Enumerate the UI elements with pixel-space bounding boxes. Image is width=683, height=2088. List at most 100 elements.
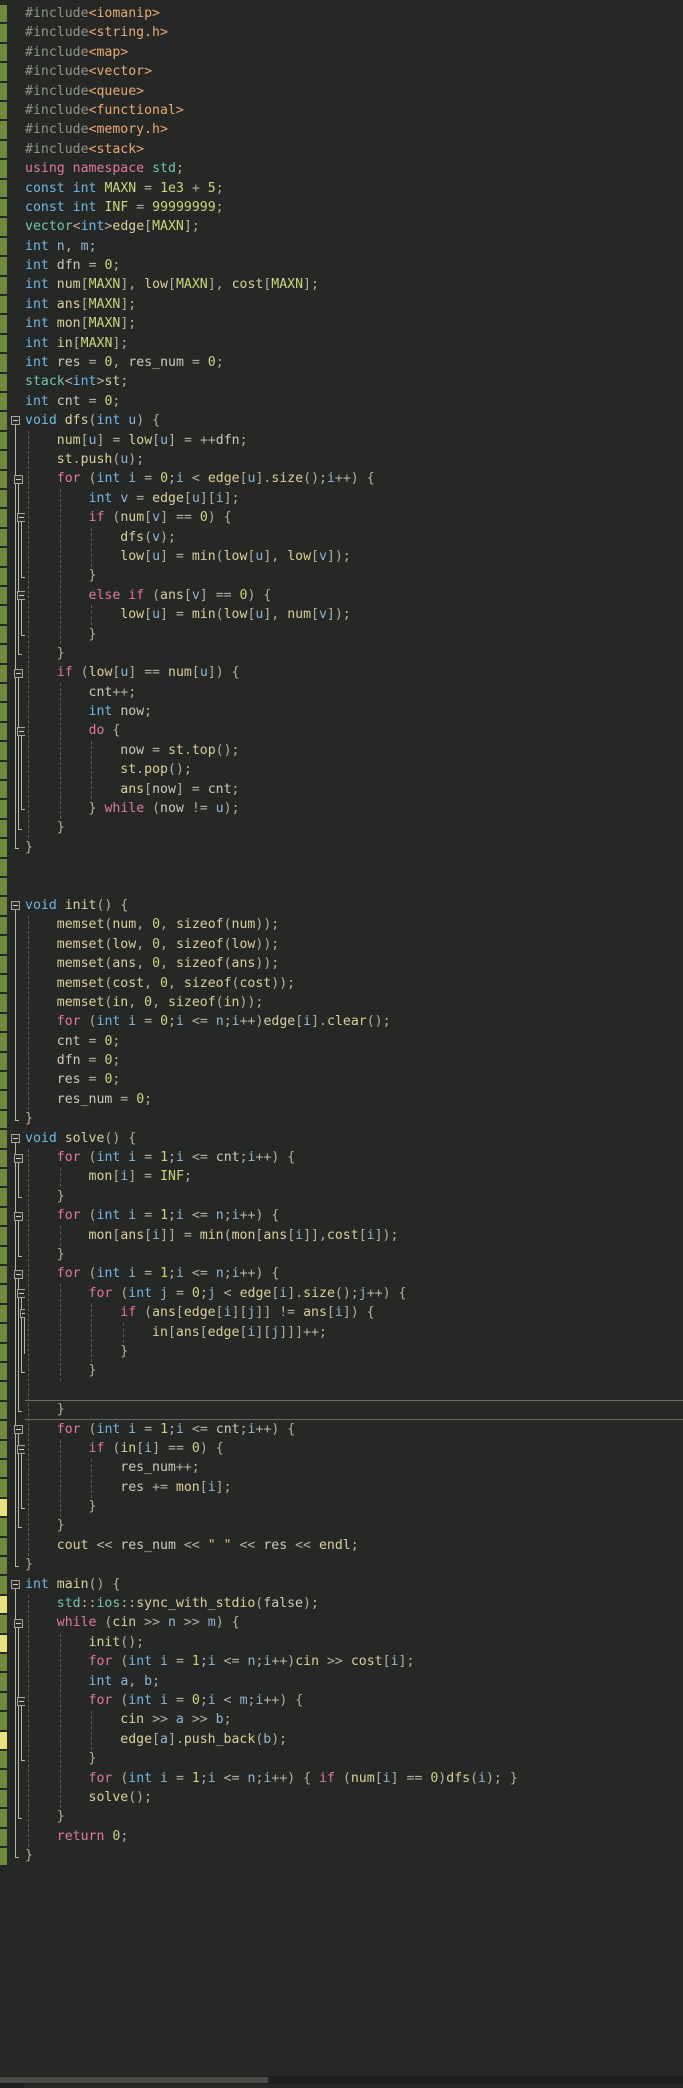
code-line[interactable]: memset(in, 0, sizeof(in)); (25, 993, 683, 1012)
code-line[interactable]: ans[now] = cnt; (25, 780, 683, 799)
vcs-change-marker-added[interactable] (0, 1770, 7, 1788)
vcs-change-marker-added[interactable] (0, 1072, 7, 1090)
vcs-change-marker-added[interactable] (0, 1518, 7, 1536)
vcs-change-marker-added[interactable] (0, 1460, 7, 1478)
vcs-change-marker-added[interactable] (0, 393, 7, 411)
vcs-change-marker-added[interactable] (0, 916, 7, 935)
vcs-change-marker-added[interactable] (0, 1033, 7, 1051)
code-line[interactable]: } (25, 1342, 683, 1361)
code-line[interactable]: for (int i = 0;i < edge[u].size();i++) { (25, 469, 683, 488)
code-line[interactable]: if (in[i] == 0) { (25, 1439, 683, 1458)
vcs-change-marker-added[interactable] (0, 936, 7, 954)
code-line[interactable]: mon[i] = INF; (25, 1167, 683, 1186)
vcs-change-marker-added[interactable] (0, 1654, 7, 1672)
vcs-change-marker-added[interactable] (0, 1421, 7, 1439)
code-line[interactable]: int cnt = 0; (25, 392, 683, 411)
vcs-change-marker-added[interactable] (0, 722, 7, 741)
horizontal-scrollbar-thumb[interactable] (0, 2077, 268, 2083)
vcs-change-marker-added[interactable] (0, 276, 7, 294)
code-line[interactable]: for (int i = 0;i < m;i++) { (25, 1691, 683, 1710)
code-line[interactable]: void dfs(int u) { (25, 411, 683, 430)
fold-collapse-icon[interactable] (14, 1153, 23, 1163)
code-line[interactable]: #include<functional> (25, 101, 683, 120)
vcs-change-marker-added[interactable] (0, 1615, 7, 1633)
code-line[interactable]: int in[MAXN]; (25, 334, 683, 353)
vcs-change-marker-added[interactable] (0, 955, 7, 973)
code-line[interactable]: memset(low, 0, sizeof(low)); (25, 935, 683, 954)
code-line[interactable]: res = 0; (25, 1070, 683, 1089)
code-line[interactable]: memset(cost, 0, sizeof(cost)); (25, 974, 683, 993)
vcs-change-marker-added[interactable] (0, 975, 7, 993)
vcs-change-marker-added[interactable] (0, 1479, 7, 1497)
vcs-change-marker-added[interactable] (0, 257, 7, 275)
code-line[interactable]: edge[a].push_back(b); (25, 1730, 683, 1749)
fold-collapse-icon[interactable] (11, 416, 20, 426)
vcs-change-marker-added[interactable] (0, 1013, 7, 1032)
vcs-change-marker-added[interactable] (0, 645, 7, 663)
code-line[interactable]: #include<vector> (25, 62, 683, 81)
vcs-change-marker-added[interactable] (0, 1557, 7, 1575)
vcs-change-marker-added[interactable] (0, 218, 7, 236)
vcs-change-marker-added[interactable] (0, 781, 7, 799)
vcs-change-marker-added[interactable] (0, 587, 7, 605)
code-line[interactable]: cnt++; (25, 683, 683, 702)
code-line[interactable]: } while (now != u); (25, 799, 683, 818)
code-line[interactable]: int res = 0, res_num = 0; (25, 353, 683, 372)
code-line[interactable]: } (25, 818, 683, 837)
vcs-change-marker-added[interactable] (0, 625, 7, 644)
vcs-change-marker-added[interactable] (0, 1712, 7, 1730)
code-line[interactable]: mon[ans[i]] = min(mon[ans[i]],cost[i]); (25, 1226, 683, 1245)
vcs-change-marker-added[interactable] (0, 237, 7, 256)
fold-collapse-icon[interactable] (14, 1425, 23, 1435)
code-line[interactable]: } (25, 1807, 683, 1826)
vcs-change-marker-added[interactable] (0, 703, 7, 721)
code-line[interactable]: void solve() { (25, 1129, 683, 1148)
fold-collapse-icon[interactable] (14, 668, 23, 678)
code-line[interactable]: int ans[MAXN]; (25, 295, 683, 314)
code-line[interactable]: for (int i = 1;i <= n;i++) { if (num[i] … (25, 1769, 683, 1788)
vcs-change-marker-added[interactable] (0, 567, 7, 585)
code-line[interactable]: const int INF = 99999999; (25, 198, 683, 217)
code-line[interactable]: return 0; (25, 1827, 683, 1846)
vcs-change-marker-added[interactable] (0, 63, 7, 81)
code-line[interactable]: solve(); (25, 1788, 683, 1807)
code-line[interactable]: int main() { (25, 1575, 683, 1594)
code-line[interactable]: int num[MAXN], low[MAXN], cost[MAXN]; (25, 275, 683, 294)
vcs-change-marker-added[interactable] (0, 1149, 7, 1167)
vcs-change-marker-added[interactable] (0, 1809, 7, 1827)
fold-collapse-icon[interactable] (11, 1580, 20, 1590)
vcs-change-marker-added[interactable] (0, 1110, 7, 1129)
code-line[interactable]: } (25, 566, 683, 585)
code-folding-gutter[interactable] (7, 0, 29, 2084)
code-line[interactable]: for (int i = 0;i <= n;i++)edge[i].clear(… (25, 1012, 683, 1031)
vcs-change-marker-added[interactable] (0, 451, 7, 469)
vcs-change-marker-added[interactable] (0, 994, 7, 1012)
code-line[interactable]: memset(ans, 0, sizeof(ans)); (25, 954, 683, 973)
fold-collapse-icon[interactable] (14, 1619, 23, 1629)
code-line[interactable]: res += mon[i]; (25, 1478, 683, 1497)
code-line[interactable]: do { (25, 721, 683, 740)
code-line[interactable]: int dfn = 0; (25, 256, 683, 275)
vcs-change-marker-added[interactable] (0, 1227, 7, 1245)
vcs-change-marker-added[interactable] (0, 412, 7, 430)
vcs-change-marker-added[interactable] (0, 897, 7, 915)
code-line[interactable]: } (25, 1187, 683, 1206)
code-line[interactable]: dfs(v); (25, 528, 683, 547)
code-line[interactable]: if (ans[edge[i][j]] != ans[i]) { (25, 1303, 683, 1322)
code-line[interactable]: #include<queue> (25, 82, 683, 101)
vcs-change-marker-added[interactable] (0, 315, 7, 333)
vcs-change-marker-added[interactable] (0, 24, 7, 42)
code-line[interactable]: int v = edge[u][i]; (25, 489, 683, 508)
vcs-change-marker-added[interactable] (0, 1246, 7, 1264)
code-line[interactable]: for (int i = 1;i <= n;i++) { (25, 1206, 683, 1225)
vcs-change-marker-added[interactable] (0, 684, 7, 702)
fold-collapse-icon[interactable] (14, 1270, 23, 1279)
code-line[interactable]: } (25, 644, 683, 663)
fold-collapse-icon[interactable] (14, 1211, 23, 1221)
vcs-change-marker-added[interactable] (0, 1576, 7, 1594)
vcs-change-marker-added[interactable] (0, 1130, 7, 1148)
code-line[interactable]: memset(num, 0, sizeof(num)); (25, 915, 683, 934)
vcs-change-marker-added[interactable] (0, 160, 7, 178)
code-line[interactable]: for (int j = 0;j < edge[i].size();j++) { (25, 1284, 683, 1303)
code-line[interactable]: while (cin >> n >> m) { (25, 1613, 683, 1632)
